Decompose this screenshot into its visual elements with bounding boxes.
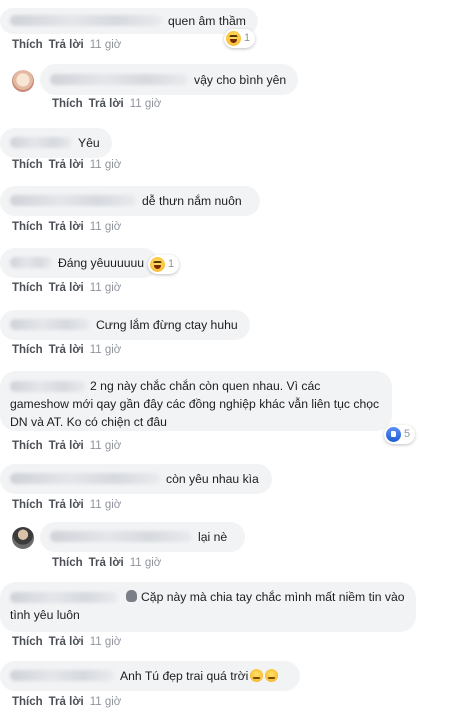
comment-actions: Thích Trả lời 11 giờ [12,39,121,51]
commenter-name[interactable] [50,74,188,86]
comment-time[interactable]: 11 giờ [90,221,122,233]
like-link[interactable]: Thích [12,159,43,171]
reaction-count: 5 [404,428,411,440]
reply-link[interactable]: Trả lời [49,221,84,233]
comment-bubble: dễ thưn nắm nuôn [0,186,260,216]
like-link[interactable]: Thích [12,440,43,452]
like-link[interactable]: Thích [52,98,83,110]
comment-bubble: vậy cho bình yên [40,64,298,95]
commenter-name[interactable] [10,15,162,27]
reaction-badge[interactable]: 1 [224,29,256,48]
reply-link[interactable]: Trả lời [89,98,124,110]
like-reaction-icon [386,427,401,442]
reply-link[interactable]: Trả lời [49,499,84,511]
like-link[interactable]: Thích [12,282,43,294]
comment-bubble: quen âm thầm [0,8,258,34]
comment-time[interactable]: 11 giờ [90,159,122,171]
commenter-name[interactable] [10,473,160,485]
comment-text: Cưng lắm đừng ctay huhu [96,318,238,332]
comment-time[interactable]: 11 giờ [90,282,122,294]
reply-link[interactable]: Trả lời [49,440,84,452]
comment-actions: Thích Trả lời 11 giờ [12,499,121,511]
reaction-count: 1 [168,258,175,270]
comment-actions: Thích Trả lời 11 giờ [52,98,161,110]
comment-bubble: Cưng lắm đừng ctay huhu [0,310,250,340]
comment-bubble: còn yêu nhau kìa [0,464,272,494]
emoji-face-icon [250,669,264,682]
reply-link[interactable]: Trả lời [49,696,84,708]
reaction-count: 1 [244,32,251,44]
reply-link[interactable]: Trả lời [49,159,84,171]
emoji-face-icon [265,669,279,682]
comment-time[interactable]: 11 giờ [90,440,122,452]
comment-time[interactable]: 11 giờ [90,696,122,708]
reaction-badge[interactable]: 1 [148,255,180,274]
like-link[interactable]: Thích [12,696,43,708]
reply-link[interactable]: Trả lời [49,344,84,356]
comment-text: dễ thưn nắm nuôn [142,194,242,208]
comment-actions: Thích Trả lời 11 giờ [12,159,121,171]
reply-link[interactable]: Trả lời [49,282,84,294]
comment-text: Yêu [78,136,100,150]
comment-time[interactable]: 11 giờ [90,39,122,51]
comment-actions: Thích Trả lời 11 giờ [12,221,121,233]
like-link[interactable]: Thích [12,221,43,233]
comment-bubble: Anh Tú đẹp trai quá trời [0,661,300,691]
commenter-name[interactable] [10,381,86,392]
comment-bubble: Đáng yêuuuuuu [0,248,158,278]
commenter-name[interactable] [10,257,52,269]
comment-actions: Thích Trả lời 11 giờ [12,344,121,356]
commenter-name[interactable] [10,670,114,682]
comment-time[interactable]: 11 giờ [90,636,122,648]
avatar[interactable] [12,70,34,92]
commenter-name[interactable] [10,195,136,207]
like-link[interactable]: Thích [52,557,83,569]
comment-text: Anh Tú đẹp trai quá trời [120,669,249,683]
commenter-name[interactable] [10,137,72,149]
commenter-name[interactable] [50,531,192,543]
comment-text: lại nè [198,530,228,544]
reaction-badge[interactable]: 5 [384,425,416,444]
like-link[interactable]: Thích [12,344,43,356]
haha-reaction-icon [226,31,241,46]
comment-text: Đáng yêuuuuuu [58,256,145,270]
comment-bubble: 2 ng này chắc chắn còn quen nhau. Vì các… [0,371,392,431]
comment-time[interactable]: 11 giờ [90,344,122,356]
reply-link[interactable]: Trả lời [89,557,124,569]
comment-time[interactable]: 11 giờ [90,499,122,511]
reply-link[interactable]: Trả lời [49,636,84,648]
comment-actions: Thích Trả lời 11 giờ [12,696,121,708]
comment-text: quen âm thầm [168,14,246,28]
avatar[interactable] [12,527,34,549]
haha-reaction-icon [150,257,165,272]
comment-text: còn yêu nhau kìa [166,472,259,486]
comment-bubble: Yêu [0,128,112,158]
commenter-name[interactable] [10,319,90,331]
commenter-name[interactable] [10,592,118,603]
comment-time[interactable]: 11 giờ [130,98,162,110]
like-link[interactable]: Thích [12,636,43,648]
waving-hand-icon [126,590,137,602]
comment-actions: Thích Trả lời 11 giờ [12,440,121,452]
like-link[interactable]: Thích [12,39,43,51]
comment-bubble: lại nè [40,522,245,552]
comment-actions: Thích Trả lời 11 giờ [12,636,121,648]
comment-time[interactable]: 11 giờ [130,557,162,569]
comment-bubble: Cặp này mà chia tay chắc mình mất niềm t… [0,582,416,632]
comment-actions: Thích Trả lời 11 giờ [52,557,161,569]
comment-actions: Thích Trả lời 11 giờ [12,282,121,294]
comment-text: vậy cho bình yên [194,73,287,87]
like-link[interactable]: Thích [12,499,43,511]
reply-link[interactable]: Trả lời [49,39,84,51]
